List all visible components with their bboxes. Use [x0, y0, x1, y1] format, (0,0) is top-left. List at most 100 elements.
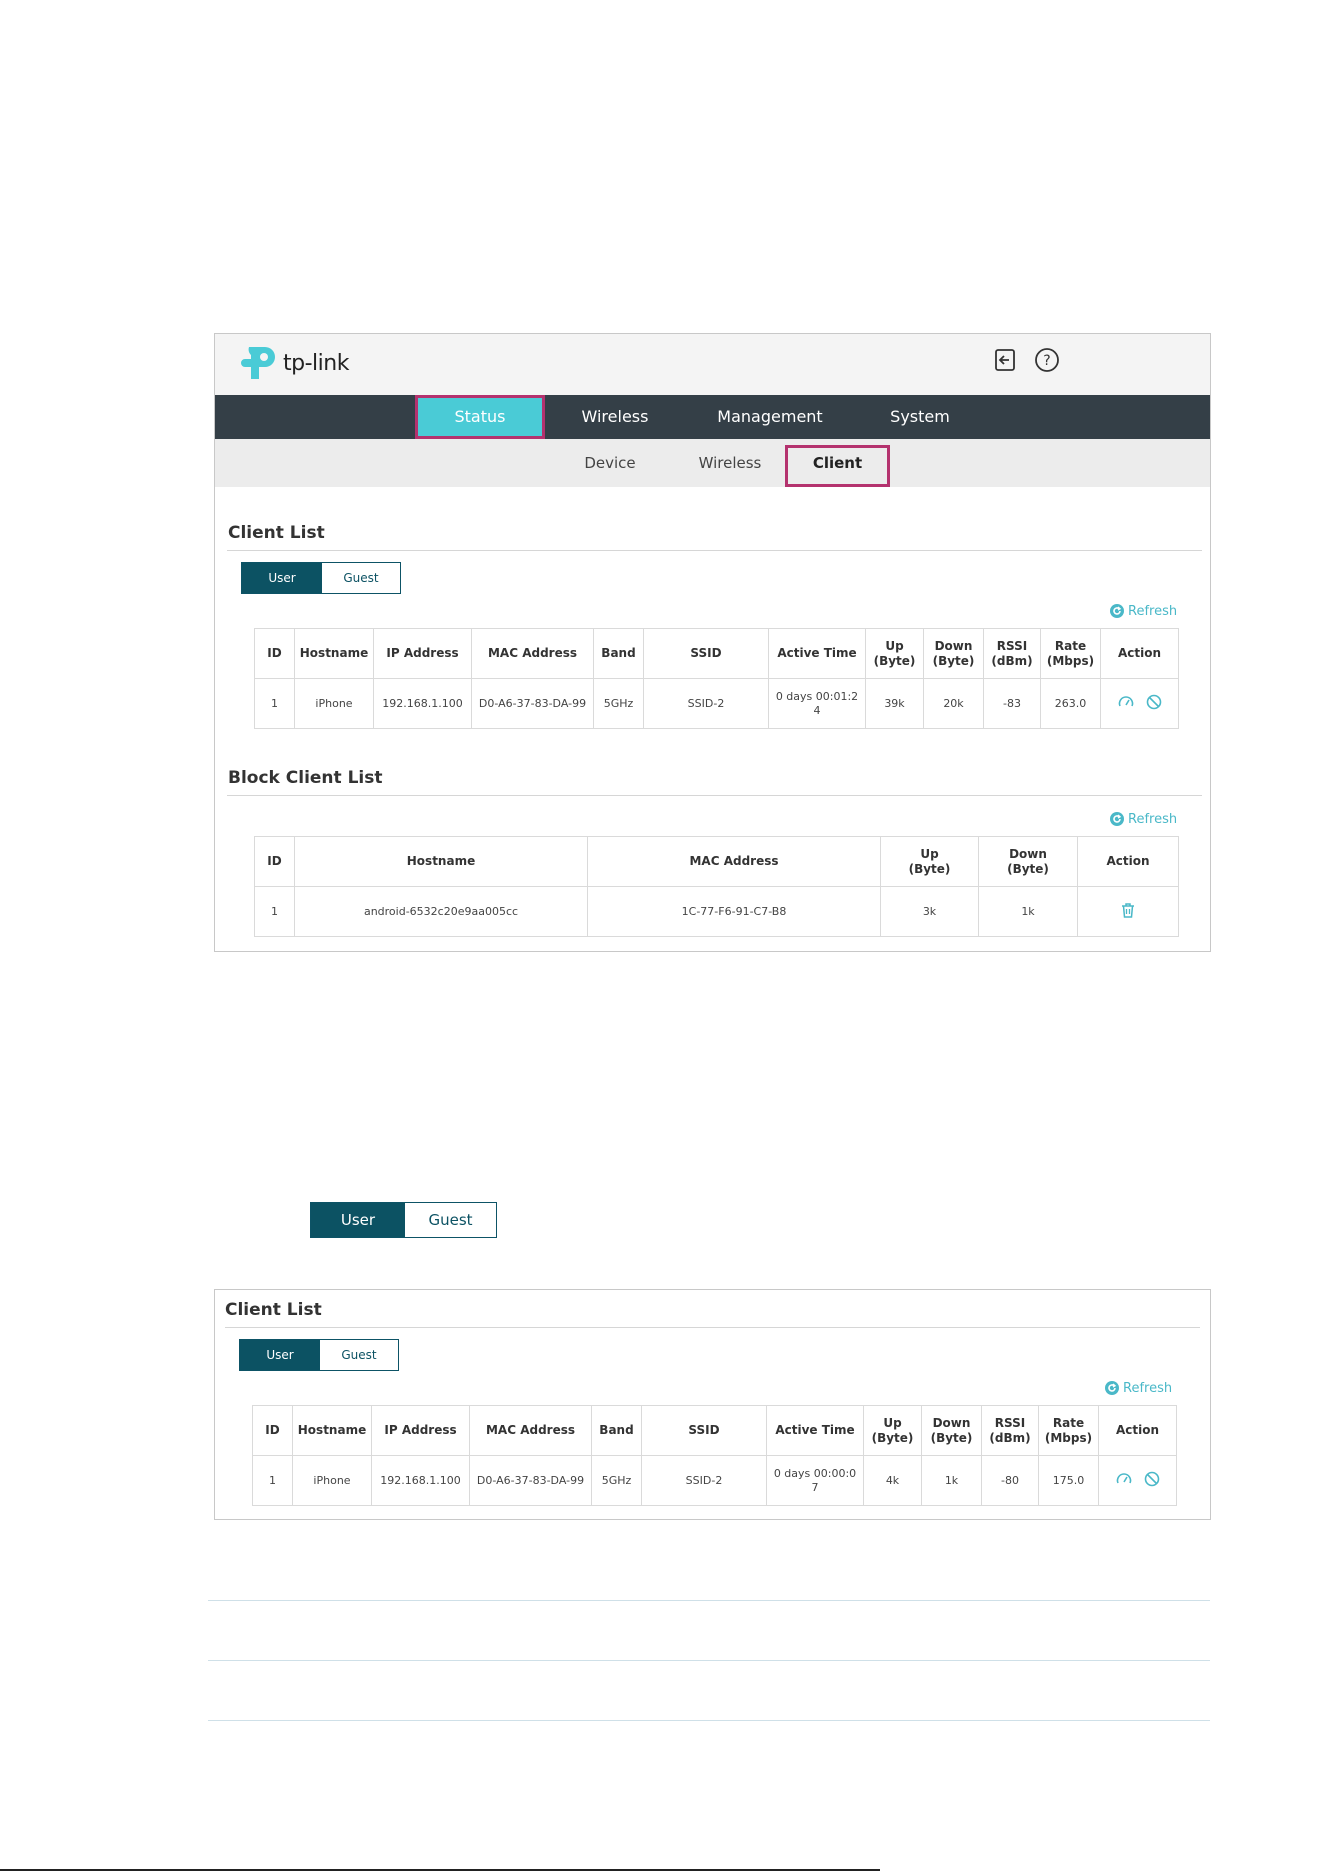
- col-mac-address: MAC Address: [471, 628, 594, 679]
- cell-up: 4k: [863, 1455, 922, 1506]
- col-rate: Rate (Mbps): [1038, 1405, 1099, 1456]
- cell-rate: 263.0: [1040, 678, 1101, 729]
- col-rate: Rate (Mbps): [1040, 628, 1101, 679]
- col-ip-address: IP Address: [373, 628, 472, 679]
- section-divider: [227, 795, 1202, 796]
- refresh-label: Refresh: [1123, 1380, 1173, 1396]
- nav-wireless-label: Wireless: [581, 407, 649, 426]
- cell-hostname: iPhone: [294, 678, 374, 729]
- svg-text:?: ?: [1043, 353, 1050, 369]
- col-id: ID: [252, 1405, 293, 1456]
- cell-band: 5GHz: [591, 1455, 642, 1506]
- cell-ip: 192.168.1.100: [373, 678, 472, 729]
- cell-action: [1077, 886, 1179, 937]
- toggle-guest[interactable]: Guest: [320, 1340, 398, 1370]
- refresh-button[interactable]: Refresh: [1104, 1380, 1172, 1396]
- cell-id: 1: [254, 678, 295, 729]
- refresh-icon: [1110, 604, 1124, 618]
- cell-hostname: iPhone: [292, 1455, 372, 1506]
- col-ssid: SSID: [643, 628, 769, 679]
- col-rssi: RSSI (dBm): [981, 1405, 1039, 1456]
- cell-rssi: -80: [981, 1455, 1039, 1506]
- subnav-wireless[interactable]: Wireless: [675, 439, 785, 487]
- cell-band: 5GHz: [593, 678, 644, 729]
- section-divider: [225, 1327, 1200, 1328]
- refresh-label: Refresh: [1128, 811, 1178, 827]
- nav-system-label: System: [890, 407, 950, 426]
- toggle-guest[interactable]: Guest: [405, 1203, 496, 1237]
- col-up: Up (Byte): [880, 836, 979, 887]
- cell-ssid: SSID-2: [641, 1455, 767, 1506]
- col-id: ID: [254, 836, 295, 887]
- col-hostname: Hostname: [292, 1405, 372, 1456]
- toggle-user[interactable]: User: [311, 1203, 405, 1237]
- cell-mac: D0-A6-37-83-DA-99: [471, 678, 594, 729]
- header-bar: tp-link ?: [215, 334, 1210, 395]
- logout-icon[interactable]: [991, 346, 1019, 374]
- nav-wireless[interactable]: Wireless: [560, 395, 670, 439]
- refresh-button[interactable]: Refresh: [1109, 603, 1177, 619]
- toggle-guest[interactable]: Guest: [322, 563, 400, 593]
- cell-active-time: 0 days 00:00:0 7: [766, 1455, 864, 1506]
- refresh-icon: [1105, 1381, 1119, 1395]
- delete-icon[interactable]: [1119, 901, 1137, 919]
- user-guest-toggle-large: User Guest: [310, 1202, 497, 1238]
- client-highlight-box: [785, 445, 890, 487]
- block-client-list-title: Block Client List: [228, 768, 383, 788]
- refresh-button[interactable]: Refresh: [1109, 811, 1177, 827]
- col-band: Band: [591, 1405, 642, 1456]
- subnav-wireless-label: Wireless: [698, 454, 762, 472]
- toggle-user[interactable]: User: [240, 1340, 320, 1370]
- nav-management[interactable]: Management: [705, 395, 835, 439]
- client-list-panel-guest-example: Client List User Guest Refresh ID Hostna…: [214, 1289, 1211, 1520]
- col-action: Action: [1098, 1405, 1177, 1456]
- col-ip-address: IP Address: [371, 1405, 470, 1456]
- speed-limit-icon[interactable]: [1117, 693, 1135, 711]
- speed-limit-icon[interactable]: [1115, 1470, 1133, 1488]
- cell-down: 1k: [978, 886, 1078, 937]
- col-down: Down (Byte): [978, 836, 1078, 887]
- status-highlight-box: [415, 395, 545, 439]
- cell-rate: 175.0: [1038, 1455, 1099, 1506]
- table-header-row: ID Hostname IP Address MAC Address Band …: [254, 628, 1179, 679]
- table-header-row: ID Hostname MAC Address Up (Byte) Down (By…: [254, 836, 1179, 887]
- col-hostname: Hostname: [294, 628, 374, 679]
- divider-line: [208, 1660, 1210, 1661]
- col-active-time: Active Time: [766, 1405, 864, 1456]
- cell-action: [1100, 678, 1179, 729]
- subnav-device[interactable]: Device: [555, 439, 665, 487]
- section-divider: [227, 550, 1202, 551]
- cell-up: 3k: [880, 886, 979, 937]
- subnav-device-label: Device: [584, 454, 636, 472]
- block-icon[interactable]: [1145, 693, 1163, 711]
- col-ssid: SSID: [641, 1405, 767, 1456]
- tp-link-logo-icon: [241, 347, 275, 379]
- col-active-time: Active Time: [768, 628, 866, 679]
- table-row: 1 iPhone 192.168.1.100 D0-A6-37-83-DA-99…: [254, 678, 1179, 729]
- col-down: Down (Byte): [923, 628, 984, 679]
- divider-line: [208, 1720, 1210, 1721]
- nav-system[interactable]: System: [865, 395, 975, 439]
- cell-down: 1k: [921, 1455, 982, 1506]
- cell-rssi: -83: [983, 678, 1041, 729]
- client-list-title: Client List: [228, 523, 325, 543]
- cell-mac: 1C-77-F6-91-C7-B8: [587, 886, 881, 937]
- cell-id: 1: [252, 1455, 293, 1506]
- toggle-user[interactable]: User: [242, 563, 322, 593]
- client-list-title: Client List: [225, 1300, 322, 1320]
- cell-ssid: SSID-2: [643, 678, 769, 729]
- status-client-page: tp-link ? Status Wireless Management Sys…: [214, 333, 1211, 952]
- table-row: 1 android-6532c20e9aa005cc 1C-77-F6-91-C…: [254, 886, 1179, 937]
- help-icon[interactable]: ?: [1033, 346, 1061, 374]
- block-icon[interactable]: [1143, 1470, 1161, 1488]
- col-up: Up (Byte): [865, 628, 924, 679]
- client-table: ID Hostname IP Address MAC Address Band …: [252, 1405, 1177, 1506]
- refresh-icon: [1110, 812, 1124, 826]
- col-up: Up (Byte): [863, 1405, 922, 1456]
- cell-down: 20k: [923, 678, 984, 729]
- cell-up: 39k: [865, 678, 924, 729]
- col-band: Band: [593, 628, 644, 679]
- logo-text: tp-link: [283, 350, 349, 376]
- table-row: 1 iPhone 192.168.1.100 D0-A6-37-83-DA-99…: [252, 1455, 1177, 1506]
- col-action: Action: [1100, 628, 1179, 679]
